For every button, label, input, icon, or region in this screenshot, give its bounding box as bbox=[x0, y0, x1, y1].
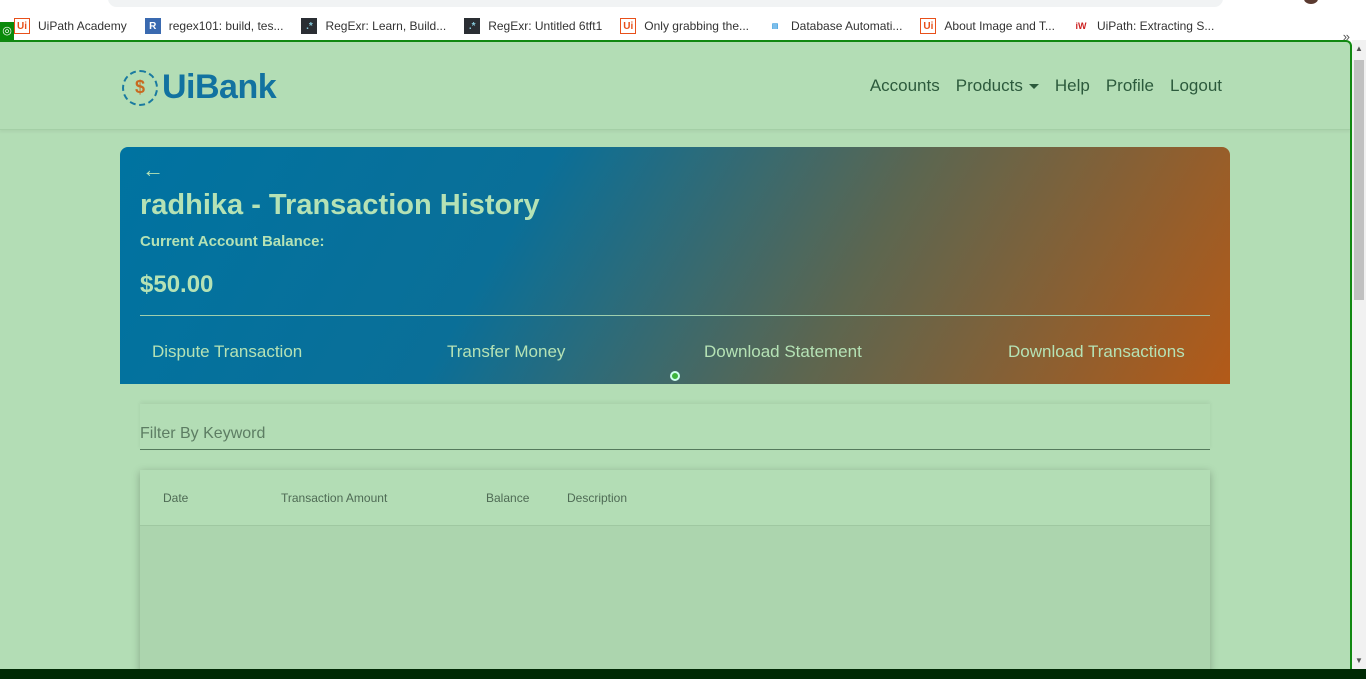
browser-top bbox=[0, 0, 1366, 12]
input-underline bbox=[140, 449, 1210, 450]
filter-input[interactable]: Filter By Keyword bbox=[140, 404, 1210, 450]
bookmark[interactable]: .* RegExr: Untitled 6tft1 bbox=[464, 18, 602, 34]
navbar: $ UiBank Accounts Products Help Profile … bbox=[0, 42, 1350, 130]
bookmark-label: UiPath Academy bbox=[38, 19, 127, 33]
column-header-amount[interactable]: Transaction Amount bbox=[281, 491, 387, 505]
uipath-icon: Ui bbox=[14, 18, 30, 34]
column-header-description[interactable]: Description bbox=[567, 491, 627, 505]
bookmark[interactable]: Rregex101: build, tes... bbox=[144, 18, 284, 34]
balance-value: $50.00 bbox=[140, 271, 214, 298]
nav-accounts[interactable]: Accounts bbox=[870, 76, 940, 96]
download-transactions-link[interactable]: Download Transactions bbox=[1008, 342, 1185, 362]
bookmark[interactable]: .* RegExr: Learn, Build... bbox=[301, 18, 446, 34]
transactions-table: Date Transaction Amount Balance Descript… bbox=[140, 470, 1210, 669]
cursor-indicator bbox=[670, 371, 680, 381]
scroll-down-icon[interactable]: ▼ bbox=[1355, 656, 1363, 665]
dollar-badge-icon: $ bbox=[122, 69, 158, 106]
nav-logout[interactable]: Logout bbox=[1170, 76, 1222, 96]
main-nav: Accounts Products Help Profile Logout bbox=[870, 76, 1222, 96]
nav-profile[interactable]: Profile bbox=[1106, 76, 1154, 96]
bookmark[interactable]: Ui About Image and T... bbox=[920, 18, 1055, 34]
taskbar bbox=[0, 669, 1366, 679]
nav-products[interactable]: Products bbox=[956, 76, 1039, 96]
scrollbar[interactable]: ▲ ▼ bbox=[1352, 40, 1366, 669]
column-header-balance[interactable]: Balance bbox=[486, 491, 529, 505]
column-header-date[interactable]: Date bbox=[163, 491, 188, 505]
bookmark[interactable]: Ui Only grabbing the... bbox=[620, 18, 749, 34]
dispute-transaction-link[interactable]: Dispute Transaction bbox=[152, 342, 302, 362]
page-title: radhika - Transaction History bbox=[140, 189, 540, 221]
bookmark-label: UiPath: Extracting S... bbox=[1096, 19, 1215, 33]
scroll-up-icon[interactable]: ▲ bbox=[1355, 44, 1363, 53]
page: $ UiBank Accounts Products Help Profile … bbox=[0, 40, 1352, 669]
bookmark[interactable]: ▤ Database Automati... bbox=[767, 18, 903, 34]
bookmarks-bar: Ui UiPath Academy Rregex101: build, tes..… bbox=[0, 12, 1366, 44]
iw-icon: iW bbox=[1075, 21, 1087, 31]
download-statement-link[interactable]: Download Statement bbox=[704, 342, 862, 362]
uipath-icon: Ui bbox=[920, 18, 937, 34]
profile-avatar[interactable] bbox=[1304, 0, 1318, 4]
regex101-icon: R bbox=[144, 18, 161, 34]
bookmark-label: Database Automati... bbox=[791, 19, 903, 33]
transfer-money-link[interactable]: Transfer Money bbox=[447, 342, 565, 362]
table-header: Date Transaction Amount Balance Descript… bbox=[140, 470, 1210, 526]
bookmark-label: RegExr: Learn, Build... bbox=[325, 19, 447, 33]
bookmark[interactable]: iW UiPath: Extracting S... bbox=[1073, 18, 1214, 34]
regexr-icon: .* bbox=[464, 18, 481, 34]
back-arrow-icon[interactable]: ← bbox=[142, 157, 164, 183]
bookmark-label: About Image and T... bbox=[944, 19, 1055, 33]
bookmark-label: RegExr: Untitled 6tft1 bbox=[488, 19, 603, 33]
bookmark[interactable]: Ui UiPath Academy bbox=[14, 18, 127, 34]
scrollbar-thumb[interactable] bbox=[1354, 60, 1364, 300]
nav-products-label: Products bbox=[955, 76, 1023, 95]
address-bar[interactable] bbox=[108, 0, 1223, 7]
logo[interactable]: $ UiBank bbox=[122, 68, 277, 107]
regexr-icon: .* bbox=[301, 18, 318, 34]
transaction-header-card: ← radhika - Transaction History Current … bbox=[120, 147, 1230, 384]
bookmark-label: Only grabbing the... bbox=[644, 19, 749, 33]
divider bbox=[140, 315, 1210, 316]
uipath-icon: Ui bbox=[620, 18, 637, 34]
balance-label: Current Account Balance: bbox=[140, 233, 325, 250]
bookmark-label: regex101: build, tes... bbox=[168, 19, 284, 33]
brand-name: UiBank bbox=[162, 68, 277, 106]
chercher-tech-icon: ▤ bbox=[771, 23, 779, 30]
extension-icon[interactable]: ◎ bbox=[0, 22, 14, 40]
filter-placeholder: Filter By Keyword bbox=[140, 425, 266, 442]
nav-help[interactable]: Help bbox=[1055, 76, 1090, 96]
caret-down-icon bbox=[1028, 84, 1039, 90]
